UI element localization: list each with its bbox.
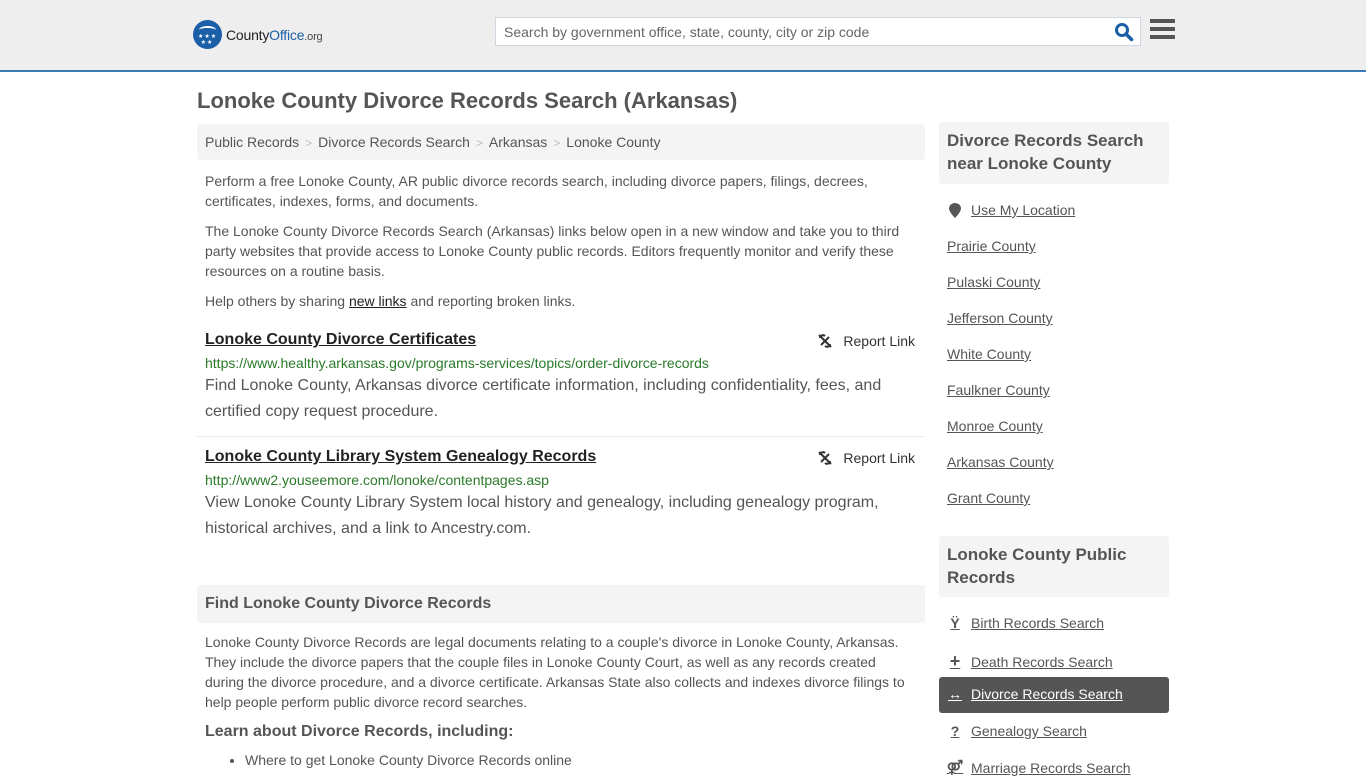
intro-paragraph-3: Help others by sharing new links and rep… bbox=[205, 293, 576, 309]
result-item: Lonoke County Divorce Certificates Repor… bbox=[197, 331, 925, 425]
learn-heading: Learn about Divorce Records, including: bbox=[205, 723, 514, 740]
intro-text: Perform a free Lonoke County, AR public … bbox=[205, 171, 917, 321]
map-marker-icon bbox=[947, 202, 963, 218]
nearby-county-link[interactable]: Prairie County bbox=[947, 238, 1036, 254]
breadcrumb-public-records[interactable]: Public Records bbox=[205, 134, 299, 150]
arrows-horizontal-icon: ↔ bbox=[948, 686, 962, 702]
question-icon: ? bbox=[950, 723, 960, 739]
child-icon: Ÿ bbox=[950, 615, 960, 631]
death-records-link[interactable]: + Death Records Search bbox=[947, 651, 1113, 672]
site-logo[interactable]: ★★★ ★★ CountyOffice.org bbox=[193, 20, 323, 49]
find-section-body: Lonoke County Divorce Records are legal … bbox=[205, 634, 905, 710]
breadcrumb-divorce-records-search[interactable]: Divorce Records Search bbox=[318, 134, 470, 150]
report-link-button[interactable]: Report Link bbox=[817, 333, 915, 349]
use-my-location-link[interactable]: Use My Location bbox=[947, 202, 1075, 218]
result-description: View Lonoke County Library System local … bbox=[205, 494, 879, 537]
site-header: ★★★ ★★ CountyOffice.org bbox=[0, 0, 1366, 72]
search-icon bbox=[1115, 23, 1134, 42]
active-sidebar-item: ↔ Divorce Records Search bbox=[939, 677, 1169, 713]
search-button[interactable] bbox=[1114, 22, 1134, 42]
nearby-county-link[interactable]: Grant County bbox=[947, 490, 1030, 506]
divorce-records-link[interactable]: ↔ Divorce Records Search bbox=[947, 686, 1123, 702]
result-title-link[interactable]: Lonoke County Library System Genealogy R… bbox=[205, 448, 596, 466]
result-divider bbox=[197, 436, 925, 437]
nearby-county-link[interactable]: Jefferson County bbox=[947, 310, 1053, 326]
result-description: Find Lonoke County, Arkansas divorce cer… bbox=[205, 377, 882, 420]
search-bar bbox=[495, 17, 1141, 46]
learn-list-item: Where to get Lonoke County Divorce Recor… bbox=[245, 752, 572, 768]
plus-icon: + bbox=[949, 651, 961, 671]
breadcrumb-lonoke-county[interactable]: Lonoke County bbox=[566, 134, 660, 150]
public-records-heading: Lonoke County Public Records bbox=[939, 536, 1169, 597]
nearby-heading: Divorce Records Search near Lonoke Count… bbox=[939, 122, 1169, 184]
new-links-link[interactable]: new links bbox=[349, 293, 407, 309]
report-link-button[interactable]: Report Link bbox=[817, 450, 915, 466]
breadcrumb-arkansas[interactable]: Arkansas bbox=[489, 134, 547, 150]
nearby-county-link[interactable]: Faulkner County bbox=[947, 382, 1050, 398]
nearby-county-link[interactable]: Pulaski County bbox=[947, 274, 1040, 290]
breadcrumb: Public Records > Divorce Records Search > Ar… bbox=[197, 124, 925, 160]
result-url[interactable]: http://www2.youseemore.com/lonoke/conten… bbox=[205, 472, 917, 488]
birth-records-link[interactable]: Ÿ Birth Records Search bbox=[947, 615, 1104, 631]
result-item: Lonoke County Library System Genealogy R… bbox=[197, 448, 925, 542]
broken-link-icon bbox=[818, 334, 833, 348]
result-url[interactable]: https://www.healthy.arkansas.gov/program… bbox=[205, 355, 917, 371]
nearby-county-link[interactable]: Arkansas County bbox=[947, 454, 1054, 470]
learn-list: Where to get Lonoke County Divorce Recor… bbox=[245, 752, 572, 768]
logo-text: CountyOffice.org bbox=[226, 26, 323, 43]
genealogy-search-link[interactable]: ? Genealogy Search bbox=[947, 723, 1087, 739]
find-section-heading: Find Lonoke County Divorce Records bbox=[197, 585, 925, 623]
search-input[interactable] bbox=[504, 18, 1104, 45]
nearby-county-link[interactable]: Monroe County bbox=[947, 418, 1043, 434]
broken-link-icon bbox=[818, 451, 833, 465]
page-title: Lonoke County Divorce Records Search (Ar… bbox=[197, 88, 738, 113]
intro-paragraph-1: Perform a free Lonoke County, AR public … bbox=[205, 173, 868, 209]
result-title-link[interactable]: Lonoke County Divorce Certificates bbox=[205, 331, 476, 349]
nearby-county-link[interactable]: White County bbox=[947, 346, 1031, 362]
logo-eagle-icon: ★★★ ★★ bbox=[193, 20, 222, 49]
hamburger-menu-icon[interactable] bbox=[1150, 19, 1175, 41]
intro-paragraph-2: The Lonoke County Divorce Records Search… bbox=[205, 223, 900, 279]
